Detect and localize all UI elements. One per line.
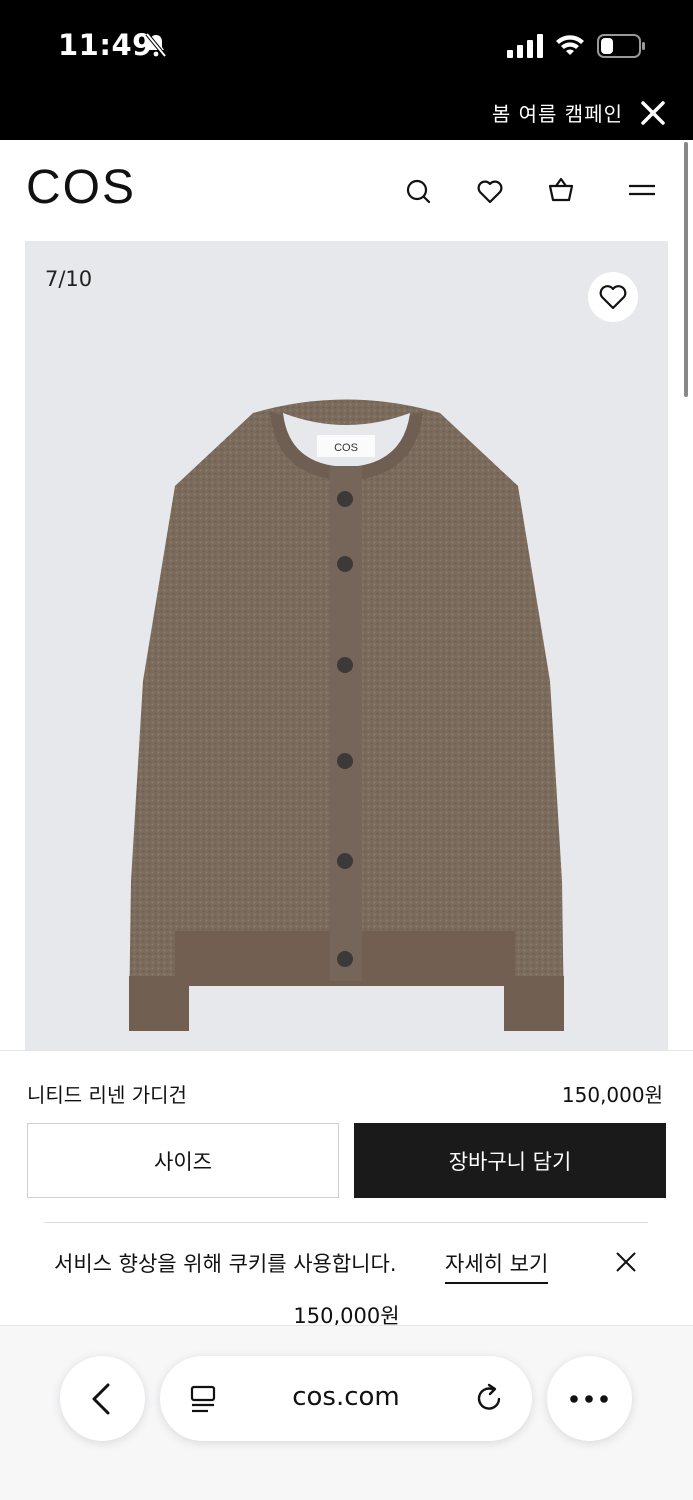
close-icon[interactable] xyxy=(614,1250,638,1274)
search-icon[interactable] xyxy=(404,177,434,207)
menu-icon[interactable] xyxy=(627,175,657,205)
url-bar[interactable]: cos.com xyxy=(160,1356,532,1441)
status-bar: 11:49 xyxy=(0,0,693,90)
peek-price: 150,000원 xyxy=(293,1304,400,1326)
wishlist-button[interactable] xyxy=(588,272,638,322)
wifi-icon xyxy=(556,35,584,55)
reload-icon[interactable] xyxy=(474,1382,506,1414)
more-button[interactable] xyxy=(547,1356,632,1441)
heart-icon xyxy=(599,285,627,310)
site-header: COS xyxy=(0,140,693,240)
image-counter: 7/10 xyxy=(45,267,93,291)
more-dots-icon xyxy=(570,1395,608,1403)
product-price: 150,000원 xyxy=(561,1083,663,1107)
divider xyxy=(44,1222,648,1223)
cookie-message: 서비스 향상을 위해 쿠키를 사용합니다. xyxy=(54,1252,397,1276)
chevron-left-icon xyxy=(92,1383,110,1415)
back-button[interactable] xyxy=(60,1356,145,1441)
product-bar: 니티드 리넨 가디건 150,000원 사이즈 장바구니 담기 xyxy=(0,1050,693,1228)
garment-label: COS xyxy=(334,442,358,454)
scrollbar[interactable] xyxy=(684,142,688,397)
product-image-gallery[interactable]: COS 7/10 xyxy=(25,241,668,1053)
heart-icon[interactable] xyxy=(475,177,505,207)
shopping-bag-icon[interactable] xyxy=(546,175,576,205)
close-icon[interactable] xyxy=(640,100,666,126)
cos-logo[interactable]: COS xyxy=(26,160,136,215)
cardigan-image: COS xyxy=(129,399,564,1031)
product-name: 니티드 리넨 가디건 xyxy=(27,1083,187,1107)
campaign-text[interactable]: 봄 여름 캠페인 xyxy=(492,98,623,127)
campaign-banner[interactable]: 봄 여름 캠페인 xyxy=(0,90,693,140)
battery-icon xyxy=(597,34,645,58)
add-to-cart-button[interactable]: 장바구니 담기 xyxy=(354,1123,666,1198)
status-time: 11:49 xyxy=(58,28,153,62)
size-button[interactable]: 사이즈 xyxy=(27,1123,339,1198)
browser-toolbar: cos.com xyxy=(0,1325,693,1500)
cookie-details-link[interactable]: 자세히 보기 xyxy=(445,1248,549,1284)
cellular-signal-icon xyxy=(507,34,543,58)
bell-muted-icon xyxy=(145,32,167,58)
